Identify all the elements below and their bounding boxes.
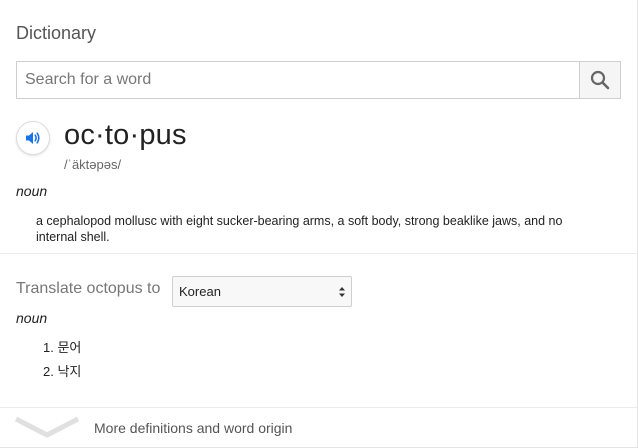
translation-text: 낙지 xyxy=(57,364,82,379)
more-definitions-link[interactable]: More definitions and word origin xyxy=(0,407,638,448)
phonetic-spelling: /ˈäktəpəs/ xyxy=(64,157,122,172)
translate-label: Translate octopus to xyxy=(16,280,161,297)
translation-number: 2. xyxy=(43,364,54,379)
headword: oc·to·pus xyxy=(64,119,187,151)
speaker-icon xyxy=(26,132,40,144)
translation-text: 문어 xyxy=(57,340,82,355)
translation-item: 2. 낙지 xyxy=(43,360,81,384)
translation-part-of-speech: noun xyxy=(16,310,48,326)
search-button[interactable] xyxy=(579,62,620,98)
language-select-value: Korean xyxy=(179,284,221,299)
dictionary-card: Dictionary oc·to·pus /ˈäktəpəs/ noun a c… xyxy=(0,0,638,448)
definition-text: a cephalopod mollusc with eight sucker-b… xyxy=(36,214,563,244)
translation-number: 1. xyxy=(43,340,54,355)
chevron-down-icon xyxy=(14,416,80,438)
language-select[interactable]: Korean xyxy=(172,276,352,307)
pronunciation-button[interactable] xyxy=(16,121,50,155)
card-title: Dictionary xyxy=(16,23,97,43)
translation-list: 1. 문어 2. 낙지 xyxy=(43,336,81,384)
more-definitions-label: More definitions and word origin xyxy=(94,420,293,436)
part-of-speech: noun xyxy=(16,183,48,199)
section-divider xyxy=(0,253,638,254)
search-box xyxy=(16,61,621,99)
translation-item: 1. 문어 xyxy=(43,336,81,360)
search-icon xyxy=(590,70,610,90)
select-arrows-icon xyxy=(339,287,345,297)
search-input[interactable] xyxy=(17,62,581,98)
